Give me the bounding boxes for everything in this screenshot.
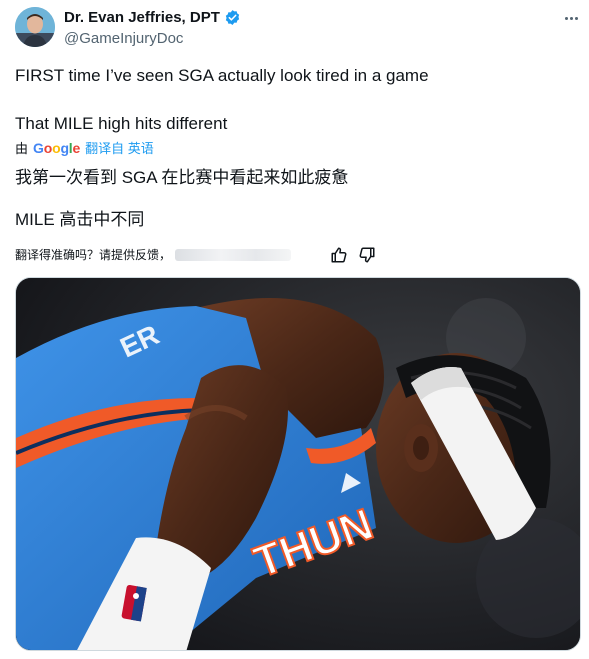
- tweet-text-line-2: That MILE high hits different: [15, 114, 228, 133]
- feedback-prompt: 翻译得准确吗？请提供反馈，: [15, 248, 172, 262]
- player-photo-illustration: THUN ER: [16, 278, 580, 650]
- translated-by: 由 Google 翻译自 英语: [15, 138, 154, 157]
- avatar[interactable]: [15, 7, 55, 47]
- translation-feedback: 翻译得准确吗？请提供反馈，: [15, 246, 292, 263]
- author-handle[interactable]: @GameInjuryDoc: [64, 30, 183, 47]
- translated-text-line-1: 我第一次看到 SGA 在比赛中看起来如此疲惫: [15, 168, 349, 187]
- blurred-redaction: [175, 248, 292, 261]
- translated-from-link[interactable]: 翻译自 英语: [85, 138, 154, 157]
- thumbs-up-icon[interactable]: [330, 246, 348, 264]
- display-name[interactable]: Dr. Evan Jeffries, DPT: [64, 9, 220, 26]
- translated-by-label: 由: [15, 141, 29, 156]
- google-logo: Google: [33, 139, 81, 156]
- author-name-row[interactable]: Dr. Evan Jeffries, DPT: [64, 9, 241, 26]
- verified-badge-icon: [224, 9, 241, 26]
- translated-text-line-2: MILE 高击中不同: [15, 210, 145, 229]
- tweet-card: Dr. Evan Jeffries, DPT @GameInjuryDoc FI…: [0, 0, 589, 659]
- more-icon[interactable]: [560, 10, 582, 26]
- tweet-photo[interactable]: THUN ER: [15, 277, 581, 651]
- tweet-text-line-1: FIRST time I’ve seen SGA actually look t…: [15, 66, 429, 85]
- thumbs-down-icon[interactable]: [358, 246, 376, 264]
